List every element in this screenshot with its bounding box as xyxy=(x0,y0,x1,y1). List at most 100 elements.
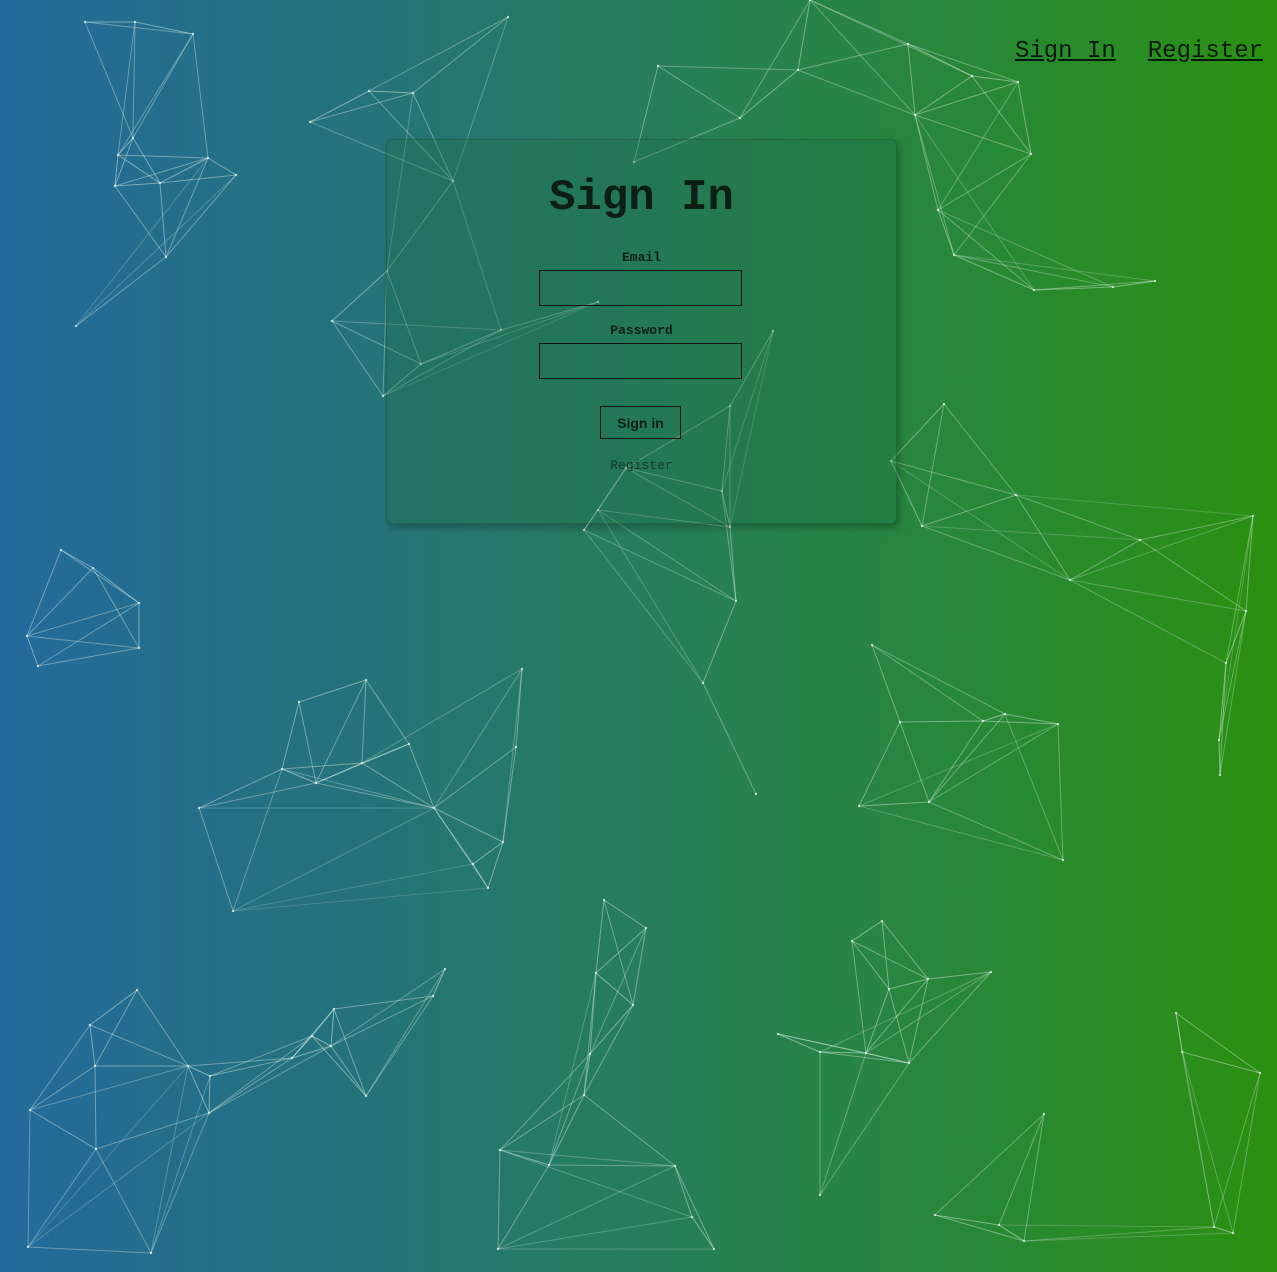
network-node xyxy=(506,15,510,19)
network-edge xyxy=(937,209,1035,291)
network-edge xyxy=(928,713,1006,803)
network-edge xyxy=(1033,280,1156,291)
network-edge xyxy=(198,768,283,809)
network-node xyxy=(644,926,648,930)
network-edge xyxy=(1245,515,1254,612)
network-edge xyxy=(934,1214,1025,1242)
network-edge xyxy=(858,801,930,807)
email-field[interactable] xyxy=(539,270,742,306)
network-edge xyxy=(858,721,901,807)
network-node xyxy=(712,1247,716,1251)
network-node xyxy=(1042,1112,1046,1116)
network-edge xyxy=(953,254,1114,288)
network-edge xyxy=(858,805,1064,861)
network-edge xyxy=(150,1065,189,1254)
network-node xyxy=(1003,712,1007,716)
network-edge xyxy=(159,157,209,184)
network-edge xyxy=(291,1035,313,1059)
network-edge xyxy=(702,600,737,684)
network-edge xyxy=(311,1035,367,1097)
network-edge xyxy=(1017,81,1032,155)
network-edge xyxy=(95,1148,152,1254)
network-edge xyxy=(908,978,929,1064)
network-node xyxy=(920,524,924,528)
network-edge xyxy=(865,988,890,1054)
network-edge xyxy=(502,668,523,843)
network-edge xyxy=(1175,1012,1261,1074)
network-edge xyxy=(1232,1072,1261,1234)
network-edge xyxy=(1175,1012,1183,1053)
network-edge xyxy=(187,1057,293,1067)
register-link[interactable]: Register xyxy=(387,458,896,473)
network-edge xyxy=(361,679,367,764)
network-node xyxy=(83,20,87,24)
network-edge xyxy=(472,863,489,889)
network-node xyxy=(1014,493,1018,497)
network-edge xyxy=(298,679,367,703)
network-edge xyxy=(499,1149,676,1167)
network-edge xyxy=(809,0,909,45)
network-node xyxy=(94,1147,98,1151)
network-edge xyxy=(971,75,1032,155)
network-node xyxy=(970,74,974,78)
network-node xyxy=(332,1007,336,1011)
network-edge xyxy=(150,1075,211,1254)
network-node xyxy=(656,64,660,68)
network-edge xyxy=(499,1094,585,1151)
network-edge xyxy=(192,33,209,159)
network-edge xyxy=(117,137,134,156)
password-field[interactable] xyxy=(539,343,742,379)
network-node xyxy=(364,678,368,682)
network-edge xyxy=(311,1035,332,1047)
network-node xyxy=(1180,1050,1184,1054)
network-edge xyxy=(819,1062,910,1196)
network-edge xyxy=(60,549,140,604)
network-node xyxy=(74,324,78,328)
network-edge xyxy=(159,182,167,258)
network-node xyxy=(582,528,586,532)
network-node xyxy=(137,646,141,650)
network-edge xyxy=(281,768,317,784)
password-label: Password xyxy=(610,323,673,338)
network-node xyxy=(907,1061,911,1065)
network-edge xyxy=(583,1004,634,1096)
network-node xyxy=(989,970,993,974)
network-edge xyxy=(797,69,916,116)
network-edge xyxy=(1004,713,1064,861)
network-edge xyxy=(361,743,410,764)
network-node xyxy=(818,1050,822,1054)
network-edge xyxy=(583,529,704,684)
network-edge xyxy=(914,114,1032,155)
network-edge xyxy=(777,1033,867,1054)
network-edge xyxy=(132,33,194,139)
network-edge xyxy=(595,899,605,974)
network-edge xyxy=(1057,723,1064,861)
network-node xyxy=(981,719,985,723)
network-edge xyxy=(914,114,1035,291)
network-edge xyxy=(92,567,140,649)
network-edge xyxy=(729,526,737,602)
network-node xyxy=(36,664,40,668)
nav-sign-in-link[interactable]: Sign In xyxy=(1015,38,1116,65)
network-edge xyxy=(209,1057,293,1077)
network-edge xyxy=(75,157,209,327)
network-edge xyxy=(589,972,597,1055)
network-node xyxy=(364,1094,368,1098)
network-edge xyxy=(809,0,916,116)
network-node xyxy=(1212,1225,1216,1229)
network-edge xyxy=(114,137,134,187)
network-edge xyxy=(208,1075,211,1114)
network-edge xyxy=(114,185,167,258)
network-node xyxy=(471,862,475,866)
sign-in-button[interactable]: Sign in xyxy=(600,406,681,439)
network-edge xyxy=(1181,1051,1215,1228)
nav-register-link[interactable]: Register xyxy=(1148,38,1263,65)
network-edge xyxy=(797,0,811,71)
network-node xyxy=(734,599,738,603)
top-navigation: Sign In Register xyxy=(1015,38,1263,65)
network-edge xyxy=(117,154,209,159)
network-edge xyxy=(908,971,992,1064)
network-edge xyxy=(433,746,517,809)
network-edge xyxy=(937,209,955,256)
network-edge xyxy=(865,1052,910,1064)
